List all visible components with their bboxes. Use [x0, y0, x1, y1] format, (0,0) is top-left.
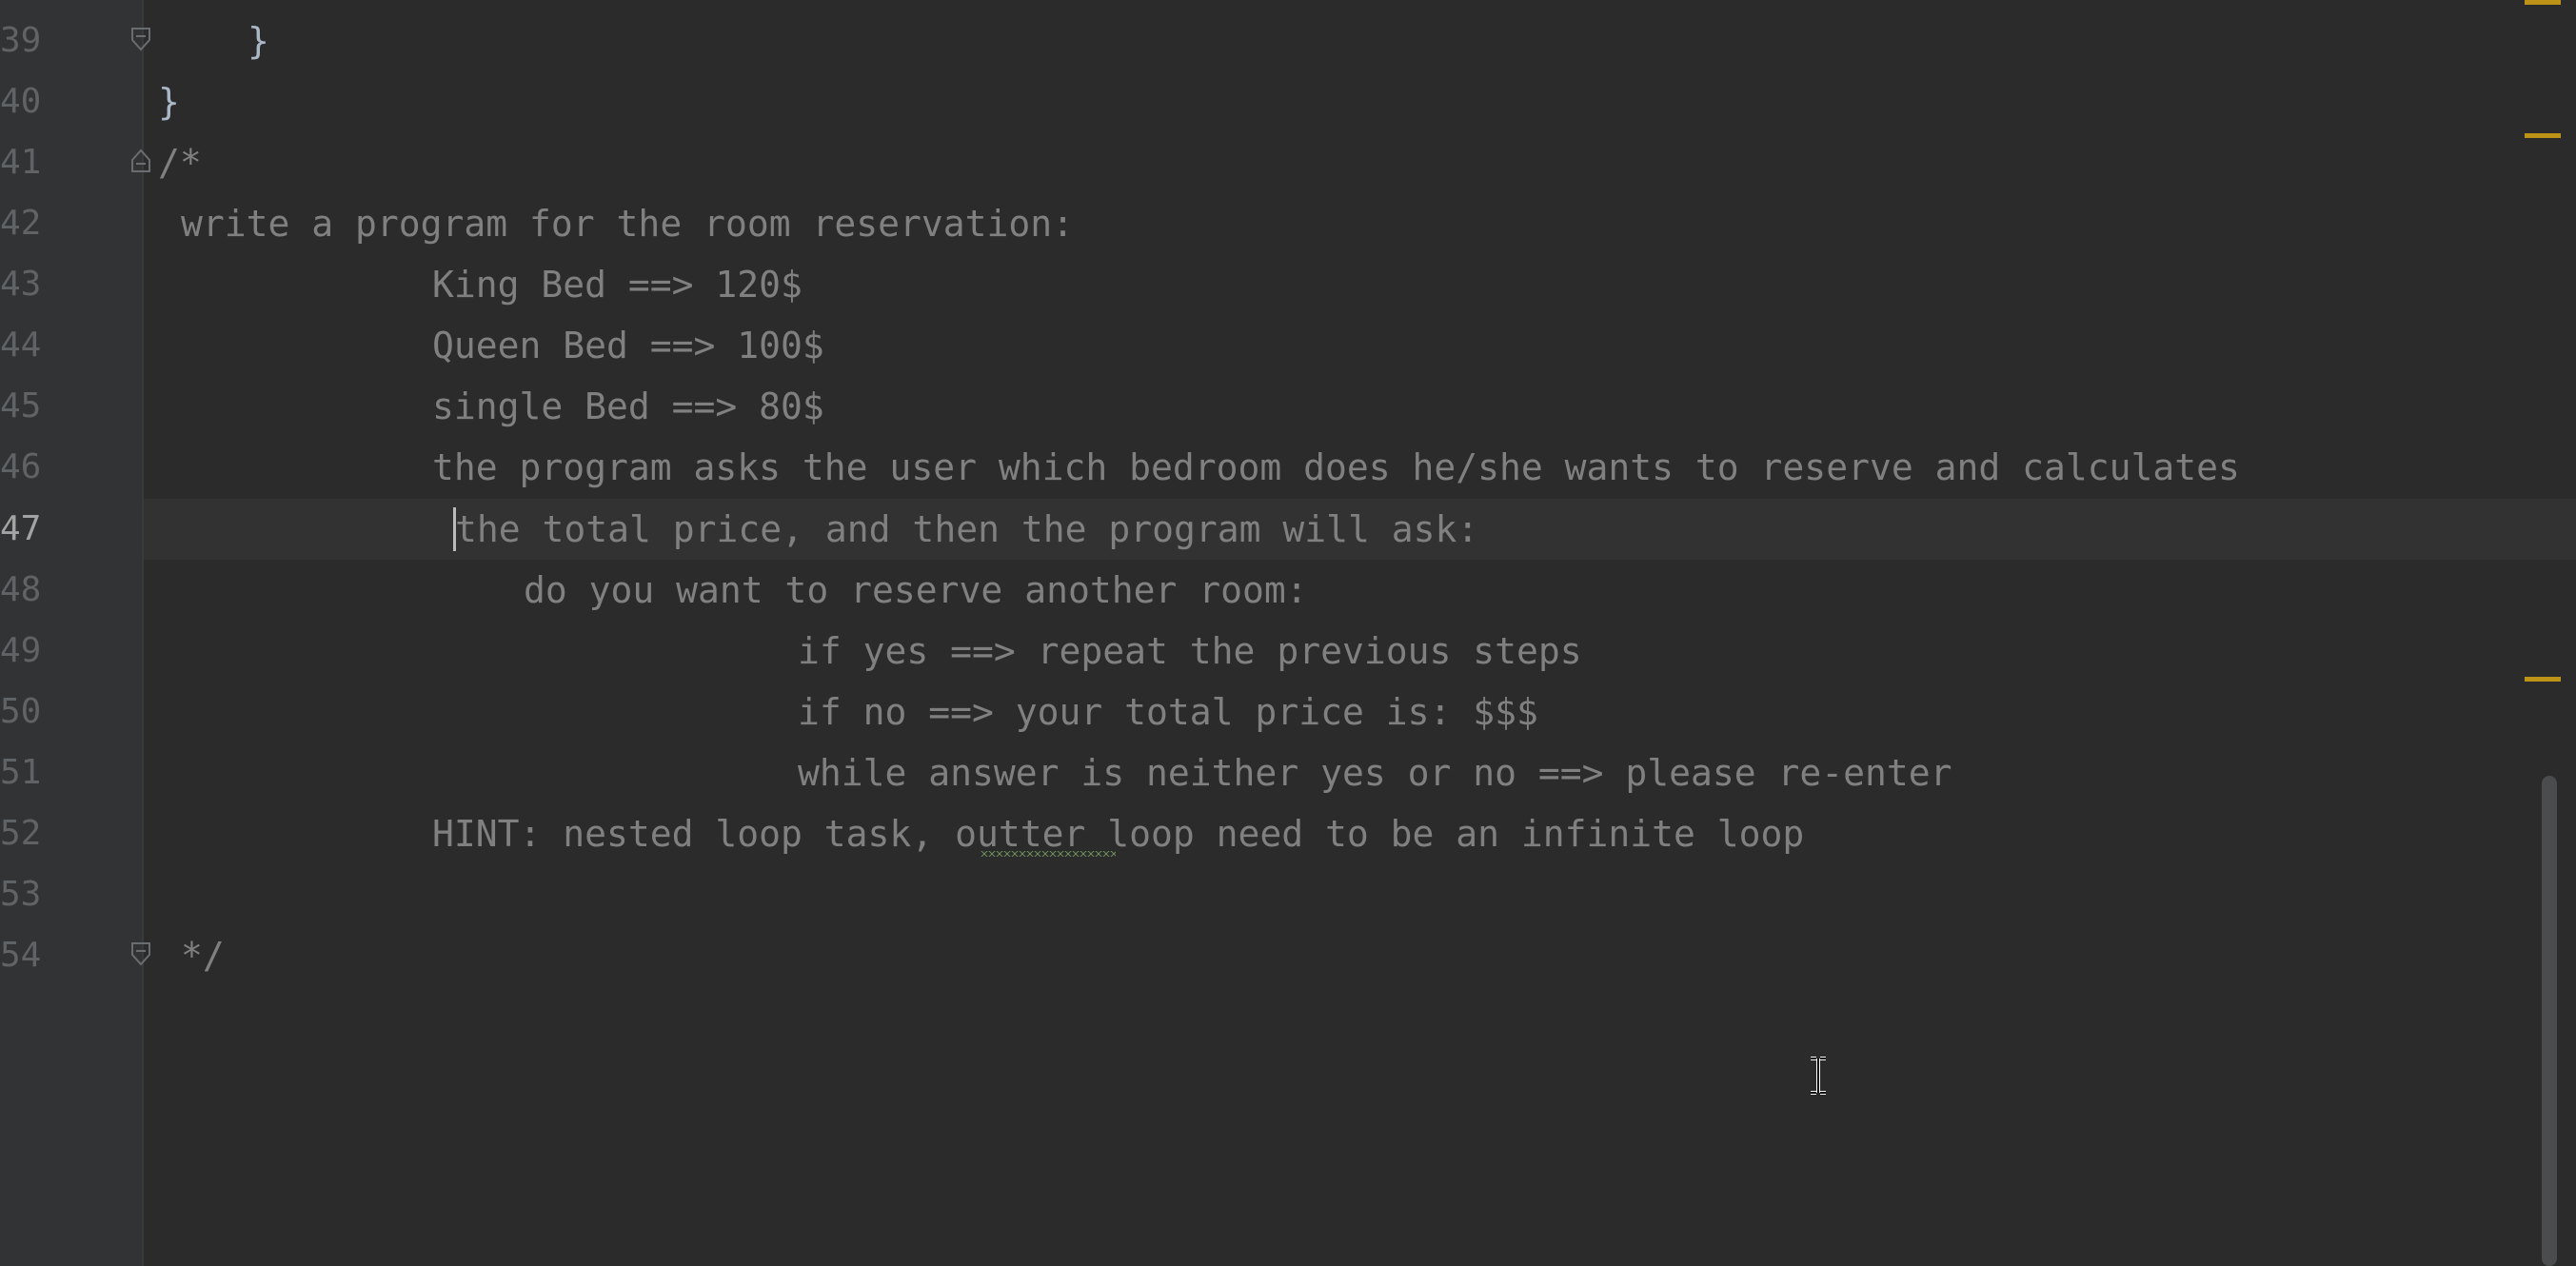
warning-stripe-mark[interactable]: [2525, 0, 2561, 5]
text-caret: [453, 507, 456, 551]
code-line[interactable]: write a program for the room reservation…: [181, 193, 1074, 254]
line-number: 43: [0, 265, 42, 304]
warning-stripe-mark[interactable]: [2525, 677, 2561, 682]
code-line[interactable]: Queen Bed ==> 100$: [432, 315, 824, 376]
fold-marker-icon[interactable]: [130, 148, 151, 173]
fold-marker-icon[interactable]: [130, 27, 151, 51]
code-line-current[interactable]: the total price, and then the program wi…: [455, 499, 1478, 560]
line-number: 52: [0, 814, 42, 853]
line-number: 42: [0, 204, 42, 243]
code-line[interactable]: do you want to reserve another room:: [524, 560, 1308, 621]
code-line[interactable]: single Bed ==> 80$: [432, 376, 824, 437]
fold-marker-icon[interactable]: [130, 941, 151, 966]
line-number: 48: [0, 570, 42, 609]
code-line[interactable]: /*: [158, 132, 202, 193]
line-number: 44: [0, 326, 42, 365]
line-number: 50: [0, 692, 42, 731]
line-number: 45: [0, 386, 42, 425]
text-cursor-icon: [1811, 1057, 1826, 1095]
line-number: 49: [0, 631, 42, 670]
typo-underline: [981, 851, 1116, 857]
code-line[interactable]: HINT: nested loop task, outter loop need…: [432, 803, 1804, 864]
code-line[interactable]: if no ==> your total price is: $$$: [798, 682, 1538, 742]
code-editor[interactable]: 39 40 41 42 43 44 45 46 47 48 49 50 51 5…: [0, 0, 2576, 1266]
code-line[interactable]: */: [181, 925, 225, 986]
line-number: 46: [0, 447, 42, 486]
code-line[interactable]: }: [158, 71, 180, 132]
code-line[interactable]: if yes ==> repeat the previous steps: [798, 621, 1582, 682]
code-line[interactable]: King Bed ==> 120$: [432, 254, 803, 315]
code-line[interactable]: }: [248, 10, 269, 71]
vertical-scrollbar-thumb[interactable]: [2542, 776, 2557, 1266]
code-line[interactable]: while answer is neither yes or no ==> pl…: [798, 742, 1952, 803]
code-line[interactable]: the program asks the user which bedroom …: [432, 437, 2240, 498]
line-number: 53: [0, 875, 42, 914]
line-number: 39: [0, 21, 42, 60]
line-number: 54: [0, 936, 42, 975]
warning-stripe-mark[interactable]: [2525, 133, 2561, 138]
line-number: 41: [0, 143, 42, 182]
line-number: 40: [0, 82, 42, 121]
line-number: 51: [0, 753, 42, 792]
line-number-current: 47: [0, 509, 42, 548]
